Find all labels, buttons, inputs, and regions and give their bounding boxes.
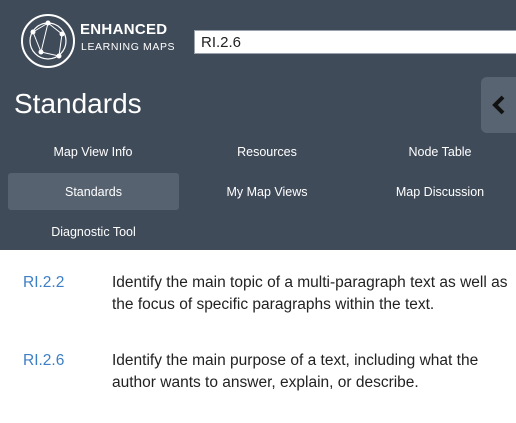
standard-code-link[interactable]: RI.2.2 (23, 272, 64, 294)
nav-item-resources[interactable]: Resources (182, 133, 352, 170)
app: ENHANCED LEARNING MAPS Standards Map Vie… (0, 0, 516, 423)
standard-description: Identify the main topic of a multi-parag… (112, 274, 508, 313)
nav-item-my-map-views[interactable]: My Map Views (182, 173, 352, 210)
panel-title: Standards (14, 88, 142, 119)
nav-item-standards[interactable]: Standards (8, 173, 179, 210)
collapse-panel-button[interactable] (481, 77, 516, 133)
logo[interactable]: ENHANCED LEARNING MAPS (19, 12, 195, 70)
standard-description: Identify the main purpose of a text, inc… (112, 352, 479, 391)
chevron-left-icon (491, 95, 504, 115)
nav-item-node-table[interactable]: Node Table (355, 133, 516, 170)
header-panel: ENHANCED LEARNING MAPS Standards Map Vie… (0, 0, 516, 250)
nav-item-map-discussion[interactable]: Map Discussion (355, 173, 516, 210)
nav-item-diagnostic-tool[interactable]: Diagnostic Tool (8, 213, 179, 250)
network-logo-icon (21, 14, 75, 68)
nav-item-map-view-info[interactable]: Map View Info (8, 133, 178, 170)
search-input[interactable] (194, 30, 516, 54)
standard-code-link[interactable]: RI.2.6 (23, 350, 64, 372)
logo-text-secondary: LEARNING MAPS (81, 41, 176, 53)
logo-text-primary: ENHANCED (80, 21, 168, 38)
